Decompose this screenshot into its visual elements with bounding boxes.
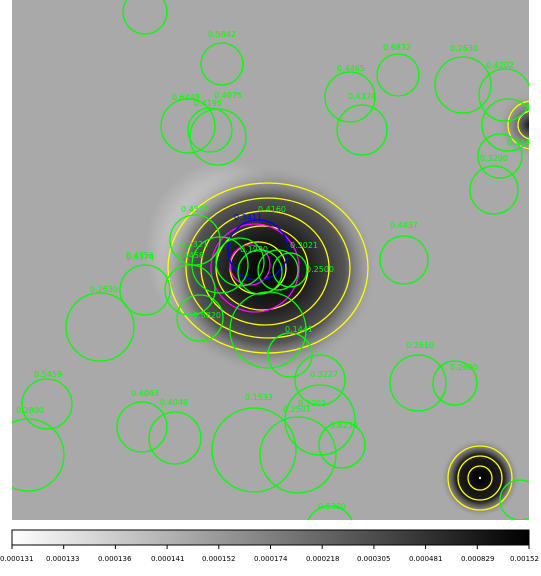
colorbar-tick-label: 0.000218 bbox=[306, 555, 339, 563]
source-label: 0.4160 bbox=[258, 205, 286, 214]
source-label: 0.2630 bbox=[90, 285, 118, 294]
source-label: 0.3321 bbox=[180, 240, 208, 249]
image-panel[interactable]: 0.5842 0.6832 0.2630 0.4202 0.4465 0.644… bbox=[0, 0, 541, 554]
source-label: 0.3290 bbox=[480, 154, 508, 163]
source-label: 0.2800 bbox=[16, 406, 44, 415]
source-label: 0.4048 bbox=[160, 398, 188, 407]
source-label: 0.4202 bbox=[486, 61, 514, 70]
colorbar-tick-label: 0.000305 bbox=[357, 555, 390, 563]
colorbar-tick-label: 0.000133 bbox=[46, 555, 79, 563]
colorbar-tick-label: 0.000131 bbox=[0, 555, 33, 563]
source-label: 0.3202 bbox=[298, 399, 326, 408]
source-label: 0.1533 bbox=[245, 393, 273, 402]
colorbar-tick-label: 0.00152 bbox=[510, 555, 539, 563]
colorbar: 0.000131 0.000133 0.000136 0.000141 0.00… bbox=[0, 529, 539, 563]
source-label: 0.4230 bbox=[330, 421, 358, 430]
source-label: 0.2441 bbox=[507, 138, 535, 147]
source-label: 0.4043 bbox=[131, 389, 159, 398]
colorbar-tick-label: 0.000141 bbox=[151, 555, 184, 563]
colorbar-tick-label: 0.000481 bbox=[409, 555, 442, 563]
colorbar-tick-label: 0.000136 bbox=[98, 555, 132, 563]
source-label: 0.4323 bbox=[181, 205, 209, 214]
source-label: 0.1980 bbox=[240, 245, 268, 254]
source-label: 0.2500 bbox=[306, 265, 334, 274]
source-label: 0.6832 bbox=[383, 43, 411, 52]
main-source-blob bbox=[158, 165, 378, 375]
source-label: 0.4437 bbox=[390, 221, 418, 230]
colorbar-gradient bbox=[11, 529, 530, 546]
source-label: 0.5459 bbox=[34, 370, 62, 379]
colorbar-tick-label: 0.000829 bbox=[461, 555, 494, 563]
colorbar-tick-label: 0.000152 bbox=[202, 555, 235, 563]
source-label: 0.4195 bbox=[194, 99, 222, 108]
main-svg: 0.5842 0.6832 0.2630 0.4202 0.4465 0.644… bbox=[0, 0, 541, 563]
source-label: 0.5380 bbox=[318, 502, 346, 511]
source-label: 0.2610 bbox=[406, 341, 434, 350]
source-label: 0.2630 bbox=[450, 44, 478, 53]
colorbar-tick-label: 0.000174 bbox=[254, 555, 288, 563]
source-label: 0.5842 bbox=[208, 30, 236, 39]
source-label: 0.2600 bbox=[450, 363, 478, 372]
source-label: 0.4458 bbox=[176, 251, 204, 260]
source-label: 0.3411 bbox=[234, 213, 262, 222]
source-label: 0.3227 bbox=[310, 370, 338, 379]
source-label: 0.4356 bbox=[126, 251, 154, 260]
source-label: 0.5820 bbox=[193, 311, 221, 320]
source-label: 0.4465 bbox=[337, 64, 365, 73]
source-label: 0.1441 bbox=[285, 325, 313, 334]
source-label: 0.3021 bbox=[290, 241, 318, 250]
app-root: 0.5842 0.6832 0.2630 0.4202 0.4465 0.644… bbox=[0, 0, 541, 576]
source-center-marker bbox=[478, 476, 482, 480]
source-label: 0.4374 bbox=[348, 92, 376, 101]
